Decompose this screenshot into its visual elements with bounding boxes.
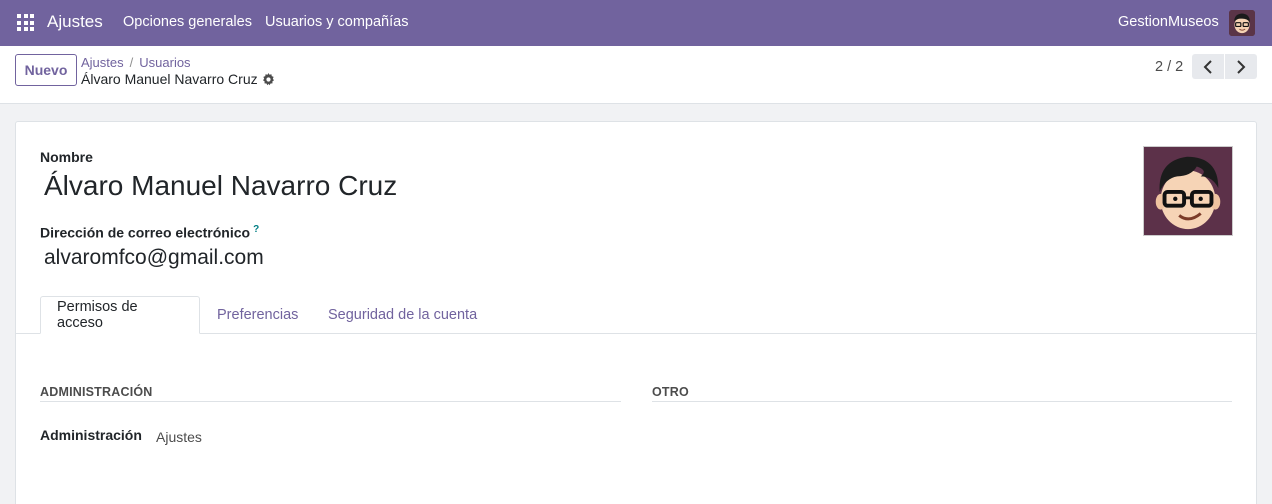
name-label: Nombre	[40, 149, 93, 165]
breadcrumb-separator: /	[129, 55, 134, 70]
menu-general-options[interactable]: Opciones generales	[123, 14, 252, 30]
administration-field-label: Administración	[40, 427, 142, 443]
section-divider	[40, 401, 621, 402]
tab-access-rights[interactable]: Permisos de acceso	[40, 296, 200, 334]
app-name[interactable]: Ajustes	[47, 12, 103, 32]
email-label: Dirección de correo electrónico?	[40, 224, 259, 241]
user-avatar[interactable]	[1229, 10, 1255, 36]
menu-users-companies[interactable]: Usuarios y compañías	[265, 14, 408, 30]
section-divider	[652, 401, 1232, 402]
help-tooltip-icon[interactable]: ?	[253, 224, 259, 235]
apps-grid-icon[interactable]	[17, 14, 34, 31]
breadcrumb-ajustes[interactable]: Ajustes	[81, 55, 124, 70]
section-title-other: OTRO	[652, 385, 689, 399]
breadcrumb: Ajustes / Usuarios	[81, 55, 191, 70]
gear-icon[interactable]	[262, 72, 275, 86]
form-sheet: Nombre Álvaro Manuel Navarro Cruz Direcc…	[15, 121, 1257, 504]
pager-next-button[interactable]	[1225, 54, 1257, 79]
email-field[interactable]: alvaromfco@gmail.com	[44, 246, 264, 270]
breadcrumb-usuarios[interactable]: Usuarios	[139, 55, 190, 70]
control-panel: Nuevo Ajustes / Usuarios Álvaro Manuel Nav…	[0, 46, 1272, 104]
current-record: Álvaro Manuel Navarro Cruz	[81, 71, 275, 87]
tab-account-security[interactable]: Seguridad de la cuenta	[312, 296, 493, 334]
name-field[interactable]: Álvaro Manuel Navarro Cruz	[44, 170, 397, 202]
tab-preferences[interactable]: Preferencias	[201, 296, 314, 334]
top-navbar: Ajustes Opciones generales Usuarios y co…	[0, 0, 1272, 46]
pager-previous-button[interactable]	[1192, 54, 1224, 79]
administration-field-value[interactable]: Ajustes	[156, 429, 202, 445]
pager-value[interactable]: 2 / 2	[1155, 59, 1183, 75]
user-photo[interactable]	[1143, 146, 1233, 236]
section-title-administration: ADMINISTRACIÓN	[40, 385, 153, 399]
database-name[interactable]: GestionMuseos	[1118, 14, 1219, 30]
chevron-right-icon	[1237, 59, 1246, 74]
current-record-name: Álvaro Manuel Navarro Cruz	[81, 71, 258, 87]
chevron-left-icon	[1203, 59, 1212, 74]
email-label-text: Dirección de correo electrónico	[40, 224, 251, 241]
new-button[interactable]: Nuevo	[15, 54, 77, 86]
